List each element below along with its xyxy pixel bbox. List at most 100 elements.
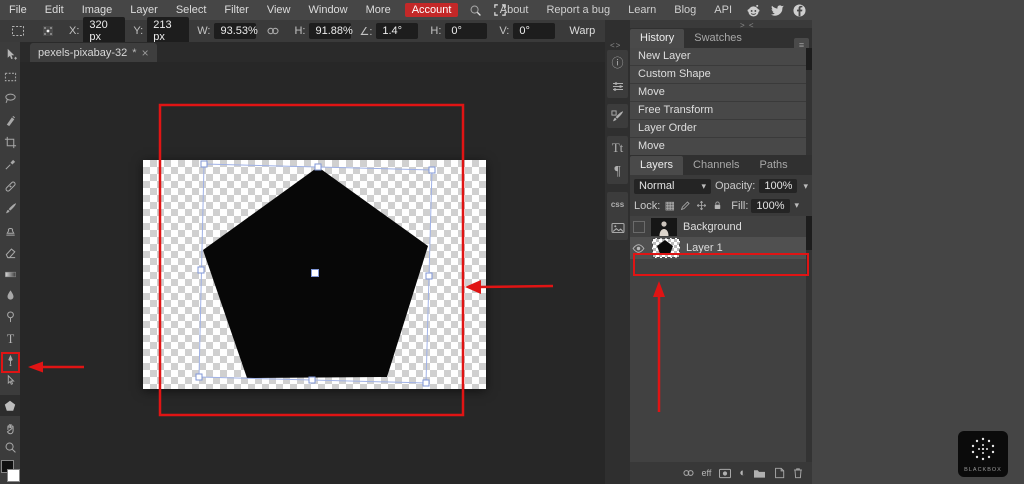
path-select-tool[interactable] bbox=[0, 370, 20, 391]
eyedropper-tool[interactable] bbox=[0, 154, 20, 175]
account-button[interactable]: Account bbox=[404, 3, 459, 17]
dodge-tool[interactable] bbox=[0, 306, 20, 327]
facebook-icon[interactable] bbox=[793, 3, 806, 17]
menu-about[interactable]: About bbox=[492, 4, 537, 16]
background-color-swatch[interactable] bbox=[7, 469, 20, 482]
effects-icon[interactable]: eff bbox=[702, 468, 712, 478]
lasso-tool[interactable] bbox=[0, 88, 20, 109]
lock-transparency-icon[interactable]: ▦ bbox=[663, 199, 676, 212]
visibility-checkbox[interactable] bbox=[633, 220, 645, 233]
pen-tool[interactable] bbox=[0, 350, 20, 371]
h-input[interactable]: 91.88% bbox=[309, 23, 353, 39]
clone-stamp-tool[interactable] bbox=[0, 220, 20, 241]
new-layer-icon[interactable] bbox=[773, 467, 785, 479]
history-item[interactable]: Free Transform bbox=[630, 102, 812, 120]
menu-select[interactable]: Select bbox=[167, 4, 216, 16]
healing-tool[interactable] bbox=[0, 176, 20, 197]
object-select-tool[interactable] bbox=[0, 110, 20, 131]
trash-icon[interactable] bbox=[792, 467, 804, 479]
tab-layers[interactable]: Layers bbox=[630, 156, 684, 175]
blur-tool[interactable] bbox=[0, 285, 20, 306]
document-tab[interactable]: pexels-pixabay-32 * × bbox=[30, 43, 157, 62]
lock-all-icon[interactable] bbox=[711, 200, 724, 211]
lock-pixels-icon[interactable] bbox=[679, 200, 692, 211]
menu-more[interactable]: More bbox=[357, 4, 400, 16]
menu-learn[interactable]: Learn bbox=[620, 4, 664, 16]
eraser-tool[interactable] bbox=[0, 242, 20, 263]
x-label: X: bbox=[69, 25, 80, 37]
history-item[interactable]: Custom Shape bbox=[630, 66, 812, 84]
history-item[interactable]: Move bbox=[630, 84, 812, 102]
transform-center-point[interactable] bbox=[311, 269, 319, 277]
marquee-tool[interactable] bbox=[0, 66, 20, 87]
mask-icon[interactable] bbox=[718, 468, 732, 479]
menu-edit[interactable]: Edit bbox=[36, 4, 73, 16]
css-icon[interactable]: css bbox=[607, 192, 628, 216]
blend-mode-select[interactable]: Normal ▾ bbox=[634, 178, 711, 194]
info-icon[interactable]: ⓘ bbox=[607, 50, 628, 74]
fill-label: Fill: bbox=[731, 199, 749, 212]
fill-input[interactable]: 100% bbox=[751, 198, 790, 213]
layer-row-layer1[interactable]: Layer 1 bbox=[630, 237, 806, 259]
layer-row-background[interactable]: Background bbox=[630, 216, 806, 237]
adjustments-icon[interactable] bbox=[607, 74, 628, 98]
tab-swatches[interactable]: Swatches bbox=[684, 29, 752, 48]
paragraph-icon[interactable]: ¶ bbox=[607, 160, 628, 184]
tab-channels[interactable]: Channels bbox=[683, 156, 749, 175]
hand-tool[interactable] bbox=[0, 418, 20, 439]
menu-image[interactable]: Image bbox=[73, 4, 122, 16]
skew-v-input[interactable]: 0° bbox=[513, 23, 556, 39]
menu-layer[interactable]: Layer bbox=[121, 4, 167, 16]
menu-blog[interactable]: Blog bbox=[666, 4, 704, 16]
brush-tool[interactable] bbox=[0, 198, 20, 219]
character-icon[interactable]: Tt bbox=[607, 136, 628, 160]
lock-position-icon[interactable] bbox=[695, 200, 708, 211]
watermark-dots bbox=[971, 437, 995, 461]
skew-h-input[interactable]: 0° bbox=[445, 23, 488, 39]
tab-history[interactable]: History bbox=[630, 29, 685, 48]
skew-v-label: V: bbox=[499, 25, 510, 37]
adjustment-icon[interactable]: ◐ bbox=[739, 467, 746, 479]
history-item[interactable]: Move bbox=[630, 138, 812, 156]
fill-dropdown-icon[interactable]: ▾ bbox=[795, 200, 800, 211]
zoom-tool[interactable] bbox=[0, 437, 20, 458]
reference-point-icon[interactable] bbox=[35, 24, 61, 38]
image-icon[interactable] bbox=[607, 216, 628, 240]
x-input[interactable]: 320 px bbox=[83, 17, 126, 45]
y-input[interactable]: 213 px bbox=[147, 17, 190, 45]
menu-window[interactable]: Window bbox=[300, 4, 357, 16]
layer-thumbnail bbox=[651, 217, 677, 236]
reddit-icon[interactable] bbox=[746, 4, 761, 17]
crop-tool[interactable] bbox=[0, 132, 20, 153]
type-tool[interactable]: T bbox=[0, 328, 20, 349]
swatches-icon[interactable] bbox=[1, 460, 20, 484]
menu-file[interactable]: File bbox=[0, 4, 36, 16]
search-icon[interactable] bbox=[463, 4, 488, 17]
menu-report-bug[interactable]: Report a bug bbox=[538, 4, 618, 16]
menu-view[interactable]: View bbox=[258, 4, 300, 16]
link-dimensions-icon[interactable] bbox=[260, 26, 286, 36]
w-input[interactable]: 93.53% bbox=[214, 23, 258, 39]
twitter-icon[interactable] bbox=[770, 4, 784, 16]
close-tab-icon[interactable]: × bbox=[142, 46, 149, 60]
shape-tool[interactable] bbox=[0, 395, 20, 416]
angle-input[interactable]: 1.4° bbox=[376, 23, 419, 39]
gradient-tool[interactable] bbox=[0, 264, 20, 285]
move-tool[interactable] bbox=[0, 44, 20, 65]
warp-button[interactable]: Warp bbox=[569, 25, 595, 37]
eye-icon[interactable] bbox=[630, 243, 646, 253]
history-item[interactable]: New Layer bbox=[630, 48, 812, 66]
canvas-area[interactable] bbox=[20, 62, 605, 484]
link-icon[interactable] bbox=[682, 468, 695, 478]
history-item[interactable]: Layer Order bbox=[630, 120, 812, 138]
brush-settings-icon[interactable] bbox=[607, 104, 628, 128]
transform-selection-icon[interactable] bbox=[5, 25, 31, 37]
opacity-dropdown-icon[interactable]: ▾ bbox=[803, 181, 808, 192]
menu-api[interactable]: API bbox=[706, 4, 740, 16]
svg-text:T: T bbox=[6, 332, 14, 346]
opacity-input[interactable]: 100% bbox=[759, 179, 798, 193]
tab-paths[interactable]: Paths bbox=[750, 156, 798, 175]
menu-filter[interactable]: Filter bbox=[215, 4, 257, 16]
collapse-panels-icon[interactable]: <> bbox=[610, 41, 621, 50]
folder-icon[interactable] bbox=[753, 468, 766, 479]
